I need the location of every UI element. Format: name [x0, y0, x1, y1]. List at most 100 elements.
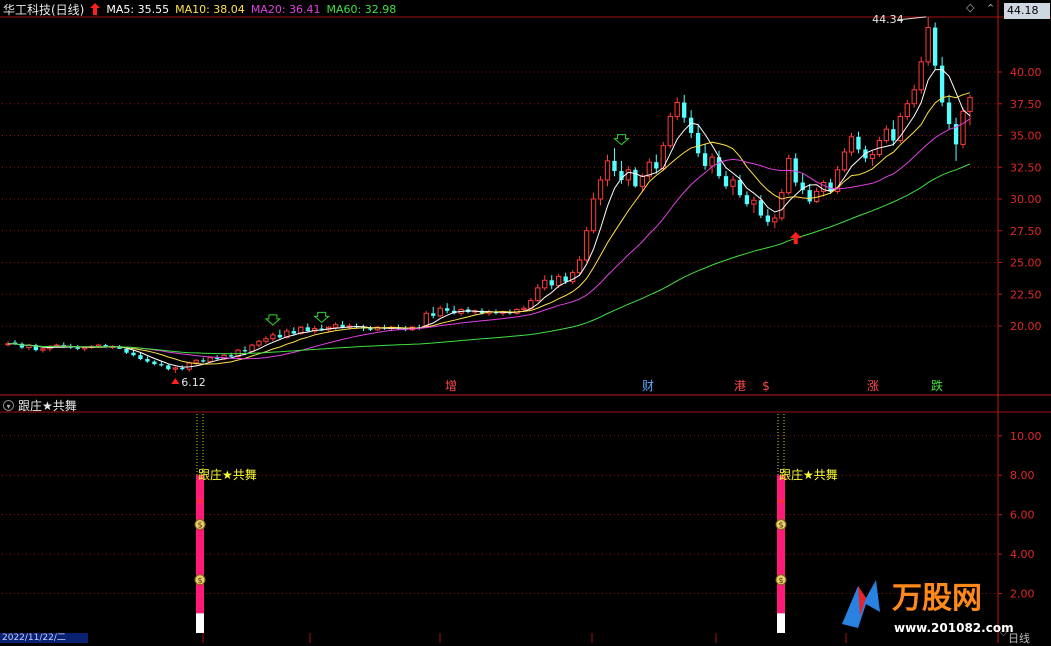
candle-body: [576, 259, 583, 274]
candle-body: [291, 331, 296, 334]
candle-body: [207, 357, 213, 363]
candle-body: [848, 136, 855, 153]
candle-body: [340, 324, 345, 328]
indicator-bar-base: [777, 613, 785, 633]
ma60-label: MA60: 32.98: [326, 2, 397, 16]
candle-body: [145, 359, 150, 362]
event-label[interactable]: 财: [642, 379, 654, 393]
money-bag-glyph: $: [778, 521, 783, 530]
diamond-icon: ◇: [966, 1, 975, 14]
indicator-axis-label: 6.00: [1010, 509, 1035, 522]
candle-body: [856, 136, 861, 150]
candle-body: [667, 115, 673, 147]
ma60-line: [8, 163, 971, 355]
candle-body: [563, 276, 568, 282]
candle-body: [423, 312, 429, 327]
price-axis-label: 27.50: [1010, 225, 1042, 238]
price-axis-label: 22.50: [1010, 288, 1042, 301]
indicator-header: ▾ 跟庄★共舞: [3, 397, 77, 414]
candle-body: [556, 275, 562, 286]
candle-body: [138, 355, 143, 360]
candle-body: [597, 179, 604, 200]
indicator-toggle-icon[interactable]: ▾: [3, 400, 14, 411]
money-bag-glyph: $: [778, 576, 783, 585]
price-axis-label: 35.00: [1010, 130, 1042, 143]
candle-body: [807, 190, 812, 202]
candle-body: [737, 179, 743, 196]
candle-body: [277, 334, 283, 338]
stock-chart-window: 40.00 37.50 35.00 32.50 30.00 27.50 25.00 22.50…: [0, 0, 1051, 645]
candle-body: [604, 160, 611, 181]
event-label[interactable]: 涨: [867, 378, 879, 393]
candle-body: [75, 347, 80, 349]
indicator-bar: [777, 475, 785, 614]
candle-body: [911, 89, 917, 105]
event-label[interactable]: 港: [734, 379, 746, 393]
ma5-label: MA5: 35.55: [106, 2, 170, 16]
candle-body: [166, 365, 171, 370]
candle-body: [305, 327, 310, 332]
candle-body: [152, 361, 157, 365]
candle-body: [40, 348, 46, 351]
candle-body: [654, 162, 659, 169]
price-axis-label: 20.00: [1010, 320, 1042, 333]
candle-body: [925, 27, 931, 63]
candle-body: [841, 151, 848, 171]
candle-body: [702, 153, 708, 166]
event-label[interactable]: 跌: [931, 378, 943, 393]
candle-body: [542, 279, 548, 289]
candle-body: [263, 338, 269, 342]
stock-title[interactable]: 华工科技(日线): [3, 1, 84, 18]
price-axis-label: 25.00: [1010, 257, 1042, 270]
down-signal-icon: [613, 134, 630, 146]
candle-body: [193, 359, 199, 364]
candle-body: [869, 154, 876, 159]
indicator-axis-label: 8.00: [1010, 469, 1035, 482]
candle-body: [786, 157, 792, 194]
low-marker-icon: [171, 377, 180, 384]
candle-body: [904, 103, 910, 117]
candle-body: [695, 132, 701, 154]
price-axis-label: 30.00: [1010, 193, 1042, 206]
stock-header: 华工科技(日线) MA5: 35.55 MA10: 38.04 MA20: 36…: [3, 1, 396, 17]
up-arrow-icon: [90, 3, 101, 15]
indicator-name[interactable]: 跟庄★共舞: [18, 397, 77, 414]
event-label[interactable]: 增: [445, 379, 457, 393]
indicator-bar-base: [196, 613, 204, 633]
candle-body: [521, 307, 527, 310]
candle-body: [723, 176, 729, 187]
candle-body: [779, 192, 785, 219]
candle-body: [549, 280, 554, 286]
candle-body: [765, 215, 771, 222]
candle-body: [535, 287, 541, 302]
candle-body: [891, 129, 896, 141]
kline-chart[interactable]: 40.00 37.50 35.00 32.50 30.00 27.50 25.00 22.50…: [0, 0, 1051, 643]
candle-body: [180, 367, 185, 370]
logo: 万股网 www.201082.com: [842, 580, 1014, 635]
buy-signal-icon: [789, 232, 802, 245]
candle-body: [772, 217, 778, 223]
candle-body: [709, 156, 715, 167]
current-price-tag: 44.18: [1004, 3, 1050, 19]
candle-body: [639, 175, 646, 187]
price-axis-label: 32.50: [1010, 161, 1042, 174]
candle-body: [633, 169, 638, 187]
down-signal-icon: [264, 314, 282, 326]
down-signal-icon: [313, 311, 331, 324]
logo-url: www.201082.com: [894, 621, 1014, 635]
indicator-signal-text: 跟庄★共舞: [779, 467, 838, 482]
event-label[interactable]: $: [762, 379, 770, 393]
candle-body: [883, 128, 890, 142]
candle-body: [946, 102, 952, 125]
candle-body: [249, 344, 255, 352]
candle-body: [730, 179, 736, 187]
candle-body: [368, 328, 373, 330]
candle-body: [256, 340, 262, 346]
candle-body: [270, 334, 276, 340]
candle-body: [445, 308, 450, 311]
candle-body: [159, 364, 164, 366]
candle-body: [172, 367, 178, 370]
ma20-label: MA20: 36.41: [250, 2, 321, 16]
indicator-signal-text: 跟庄★共舞: [198, 467, 257, 482]
ma20-line: [8, 118, 971, 360]
